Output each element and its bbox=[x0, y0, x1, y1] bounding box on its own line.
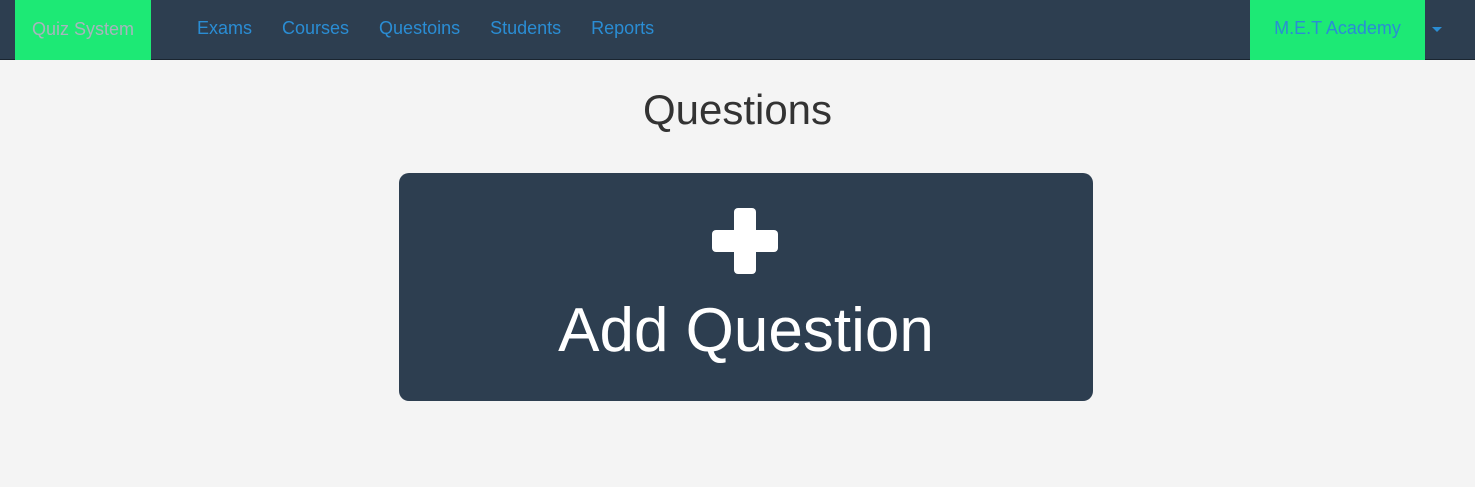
add-question-button[interactable]: Add Question bbox=[399, 173, 1093, 401]
top-navbar: Quiz System Exams Courses Questoins Stud… bbox=[0, 0, 1475, 60]
caret-down-icon[interactable] bbox=[1432, 27, 1442, 32]
nav-link-courses[interactable]: Courses bbox=[267, 0, 364, 60]
nav-link-questions[interactable]: Questoins bbox=[364, 0, 475, 60]
nav-link-students[interactable]: Students bbox=[475, 0, 576, 60]
account-menu-button[interactable]: M.E.T Academy bbox=[1250, 0, 1425, 60]
nav-link-exams[interactable]: Exams bbox=[182, 0, 267, 60]
nav-link-reports[interactable]: Reports bbox=[576, 0, 669, 60]
plus-icon bbox=[712, 208, 778, 274]
main-nav: Exams Courses Questoins Students Reports bbox=[182, 0, 669, 60]
add-question-label: Add Question bbox=[558, 296, 934, 365]
page-title: Questions bbox=[642, 86, 833, 133]
brand-logo-link[interactable]: Quiz System bbox=[15, 0, 151, 60]
